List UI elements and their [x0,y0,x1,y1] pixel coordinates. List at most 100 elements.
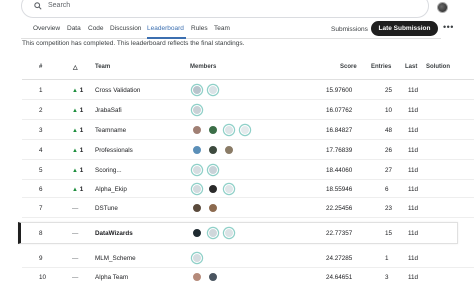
change-cell: ▲ 1 [72,147,83,154]
team-name[interactable]: Alpha_Ekip [95,186,127,193]
search-icon [34,2,42,10]
team-name[interactable]: JrabaSafi [95,107,122,114]
change-cell: — [72,230,78,237]
rank-cell: 4 [39,147,43,154]
table-row-own-team[interactable]: 8 — DataWizards 22.77357 15 11d [18,222,458,244]
tab-overview[interactable]: Overview [33,25,60,32]
change-value: — [72,230,79,237]
team-name[interactable]: Scoring... [95,167,122,174]
change-value: — [72,255,79,262]
rank-cell: 5 [39,167,43,174]
member-avatar[interactable] [192,85,202,95]
score-cell: 24.64651 [326,274,353,281]
table-row[interactable]: 2 ▲ 1 JrabaSafi 16.07762 10 11d [22,100,474,120]
team-name[interactable]: DSTune [95,205,118,212]
member-avatar[interactable] [208,272,218,282]
member-avatar[interactable] [208,85,218,95]
member-avatar[interactable] [192,184,202,194]
last-cell: 11d [408,167,419,174]
table-row[interactable]: 9 — MLM_Scheme 24.27285 1 11d [22,248,474,268]
table-row[interactable]: 7 — DSTune 22.25456 23 11d [22,198,474,218]
entries-cell: 48 [385,127,393,134]
col-score[interactable]: Score [340,64,357,70]
active-tab-indicator [147,37,186,39]
member-avatar[interactable] [192,145,202,155]
member-avatar[interactable] [192,105,202,115]
member-avatar[interactable] [208,125,218,135]
member-avatar[interactable] [192,228,202,238]
change-cell: ▲ 1 [72,107,83,114]
member-avatar[interactable] [240,125,250,135]
change-value: 1 [79,147,84,154]
change-cell: ▲ 1 [72,186,83,193]
member-avatar[interactable] [224,145,234,155]
last-cell: 11d [408,87,419,94]
late-submission-button[interactable]: Late Submission [371,21,438,36]
up-arrow-icon: ▲ [72,148,78,154]
score-cell: 15.97600 [326,87,353,94]
table-row[interactable]: 6 ▲ 1 Alpha_Ekip 18.55946 6 11d [22,180,474,198]
entries-cell: 3 [385,274,389,281]
member-avatar[interactable] [192,165,202,175]
rank-cell: 9 [39,255,43,262]
member-avatar[interactable] [208,165,218,175]
team-name[interactable]: DataWizards [95,230,133,237]
col-change[interactable]: △ [73,64,78,71]
last-cell: 11d [408,186,419,193]
member-avatar[interactable] [208,184,218,194]
table-row[interactable]: 4 ▲ 1 Professionals 17.76839 26 11d [22,140,474,160]
member-avatar[interactable] [224,125,234,135]
entries-cell: 25 [385,87,393,94]
col-team[interactable]: Team [95,64,110,70]
member-avatar[interactable] [224,228,234,238]
last-cell: 11d [408,274,419,281]
last-cell: 11d [408,127,419,134]
last-cell: 11d [408,107,419,114]
member-avatar[interactable] [192,203,202,213]
score-cell: 18.44060 [326,167,353,174]
entries-cell: 27 [385,167,393,174]
team-name[interactable]: Teamname [95,127,126,134]
score-cell: 16.84827 [326,127,353,134]
up-arrow-icon: ▲ [72,128,78,134]
team-name[interactable]: Cross Validation [95,87,140,94]
member-avatar[interactable] [192,272,202,282]
entries-cell: 15 [385,230,393,237]
score-cell: 24.27285 [326,255,353,262]
col-rank[interactable]: # [39,64,42,70]
team-name[interactable]: Alpha Team [95,274,128,281]
tab-data[interactable]: Data [67,25,81,32]
team-name[interactable]: MLM_Scheme [95,255,136,262]
tab-code[interactable]: Code [88,25,104,32]
rank-cell: 2 [39,107,43,114]
search-bar[interactable]: Search [21,0,429,18]
table-row[interactable]: 10 — Alpha Team 24.64651 3 11d [22,268,474,285]
member-avatar[interactable] [224,184,234,194]
team-name[interactable]: Professionals [95,147,133,154]
tab-discussion[interactable]: Discussion [110,25,141,32]
rank-cell: 7 [39,205,43,212]
tab-leaderboard[interactable]: Leaderboard [147,25,184,32]
search-input[interactable]: Search [48,2,70,9]
col-solution: Solution [426,64,450,70]
table-row[interactable]: 5 ▲ 1 Scoring... 18.44060 27 11d [22,160,474,180]
member-avatar[interactable] [192,125,202,135]
col-entries[interactable]: Entries [371,64,391,70]
member-avatar[interactable] [208,203,218,213]
member-avatar[interactable] [208,145,218,155]
table-header: # △ Team Members Score Entries Last Solu… [22,58,474,80]
member-avatar[interactable] [208,228,218,238]
table-row[interactable]: 3 ▲ 1 Teamname 16.84827 48 11d [22,120,474,140]
more-options-icon[interactable]: ••• [443,22,454,32]
member-avatar[interactable] [192,253,202,263]
tab-rules[interactable]: Rules [191,25,208,32]
table-row[interactable]: 1 ▲ 1 Cross Validation 15.97600 25 11d [22,80,474,100]
tab-team[interactable]: Team [214,25,230,32]
change-value: — [72,205,79,212]
submissions-link[interactable]: Submissions [331,26,368,33]
score-cell: 17.76839 [326,147,353,154]
up-arrow-icon: ▲ [72,168,78,174]
change-cell: — [72,255,78,262]
user-avatar[interactable] [437,2,448,13]
col-last[interactable]: Last [405,64,417,70]
